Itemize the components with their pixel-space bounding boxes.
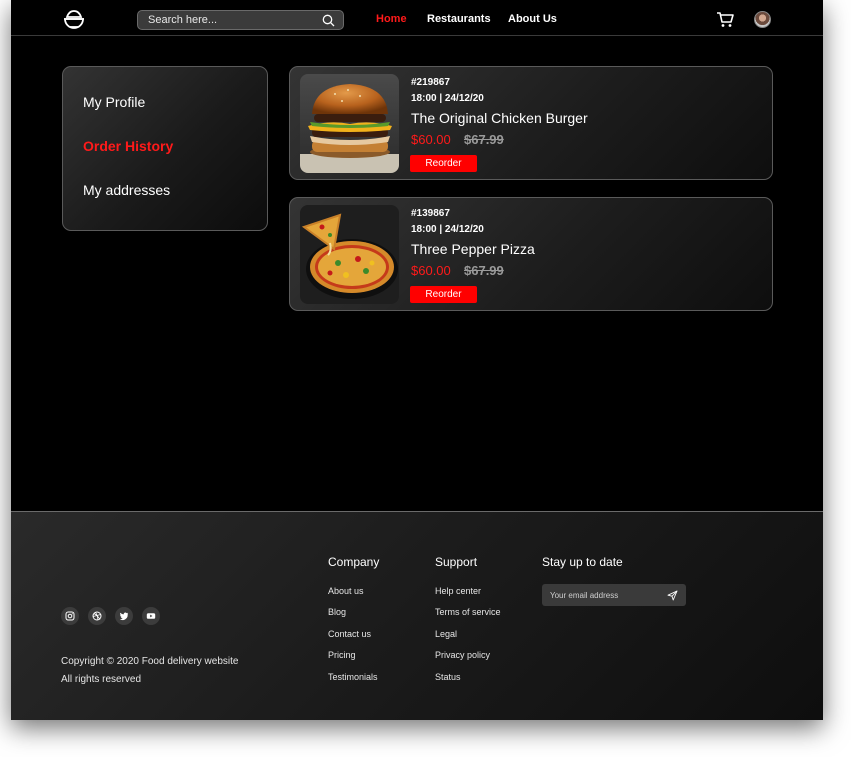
- newsletter-form: [542, 584, 686, 606]
- nav-link-about-us[interactable]: About Us: [508, 13, 557, 25]
- footer-link-terms-of-service[interactable]: Terms of service: [435, 607, 501, 617]
- sidebar-item-my-addresses[interactable]: My addresses: [83, 182, 170, 198]
- twitter-icon[interactable]: [115, 607, 133, 625]
- top-navigation-bar: Home Restaurants About Us: [11, 0, 823, 36]
- footer-link-blog[interactable]: Blog: [328, 607, 346, 617]
- shopping-cart-icon[interactable]: [716, 11, 734, 28]
- sidebar-item-order-history[interactable]: Order History: [83, 138, 173, 154]
- order-price: $60.00: [411, 132, 451, 147]
- footer-link-contact-us[interactable]: Contact us: [328, 629, 371, 639]
- social-links: [61, 607, 160, 625]
- send-icon[interactable]: [667, 590, 678, 601]
- order-card: #139867 18:00 | 24/12/20 Three Pepper Pi…: [289, 197, 773, 311]
- search-icon[interactable]: [322, 14, 335, 27]
- order-time: 18:00 | 24/12/20: [411, 224, 484, 235]
- burger-image: [300, 74, 399, 173]
- order-item-name: The Original Chicken Burger: [411, 110, 588, 126]
- sidebar-item-my-profile[interactable]: My Profile: [83, 94, 145, 110]
- footer-link-legal[interactable]: Legal: [435, 629, 457, 639]
- newsletter-email-input[interactable]: [550, 590, 667, 600]
- search-input[interactable]: [148, 14, 322, 26]
- order-original-price: $67.99: [464, 132, 504, 147]
- newsletter-title: Stay up to date: [542, 555, 623, 569]
- order-price: $60.00: [411, 263, 451, 278]
- nav-link-restaurants[interactable]: Restaurants: [427, 13, 491, 25]
- footer-link-status[interactable]: Status: [435, 672, 461, 682]
- account-sidebar: My Profile Order History My addresses: [62, 66, 268, 231]
- footer-company-title: Company: [328, 555, 380, 569]
- dribbble-icon[interactable]: [88, 607, 106, 625]
- footer-link-help-center[interactable]: Help center: [435, 586, 481, 596]
- reorder-button[interactable]: Reorder: [410, 286, 477, 303]
- footer-link-pricing[interactable]: Pricing: [328, 650, 356, 660]
- order-id: #219867: [411, 77, 450, 88]
- nav-link-home[interactable]: Home: [376, 13, 407, 25]
- footer-link-testimonials[interactable]: Testimonials: [328, 672, 378, 682]
- footer-link-about-us[interactable]: About us: [328, 586, 364, 596]
- youtube-icon[interactable]: [142, 607, 160, 625]
- copyright-text: Copyright © 2020 Food delivery website A…: [61, 653, 238, 689]
- order-id: #139867: [411, 208, 450, 219]
- order-item-name: Three Pepper Pizza: [411, 241, 535, 257]
- reorder-button[interactable]: Reorder: [410, 155, 477, 172]
- footer-support-title: Support: [435, 555, 478, 569]
- rights-line: All rights reserved: [61, 674, 142, 685]
- pizza-image: [300, 205, 399, 304]
- user-avatar[interactable]: [754, 11, 771, 28]
- search-bar[interactable]: [137, 10, 344, 30]
- order-card: #219867 18:00 | 24/12/20 The Original Ch…: [289, 66, 773, 180]
- instagram-icon[interactable]: [61, 607, 79, 625]
- app-frame: Home Restaurants About Us My Profile Ord…: [11, 0, 823, 720]
- order-time: 18:00 | 24/12/20: [411, 93, 484, 104]
- food-bowl-logo-icon[interactable]: [63, 8, 85, 30]
- footer-link-privacy-policy[interactable]: Privacy policy: [435, 650, 490, 660]
- copyright-line: Copyright © 2020 Food delivery website: [61, 656, 239, 667]
- site-footer: Copyright © 2020 Food delivery website A…: [11, 511, 823, 720]
- order-original-price: $67.99: [464, 263, 504, 278]
